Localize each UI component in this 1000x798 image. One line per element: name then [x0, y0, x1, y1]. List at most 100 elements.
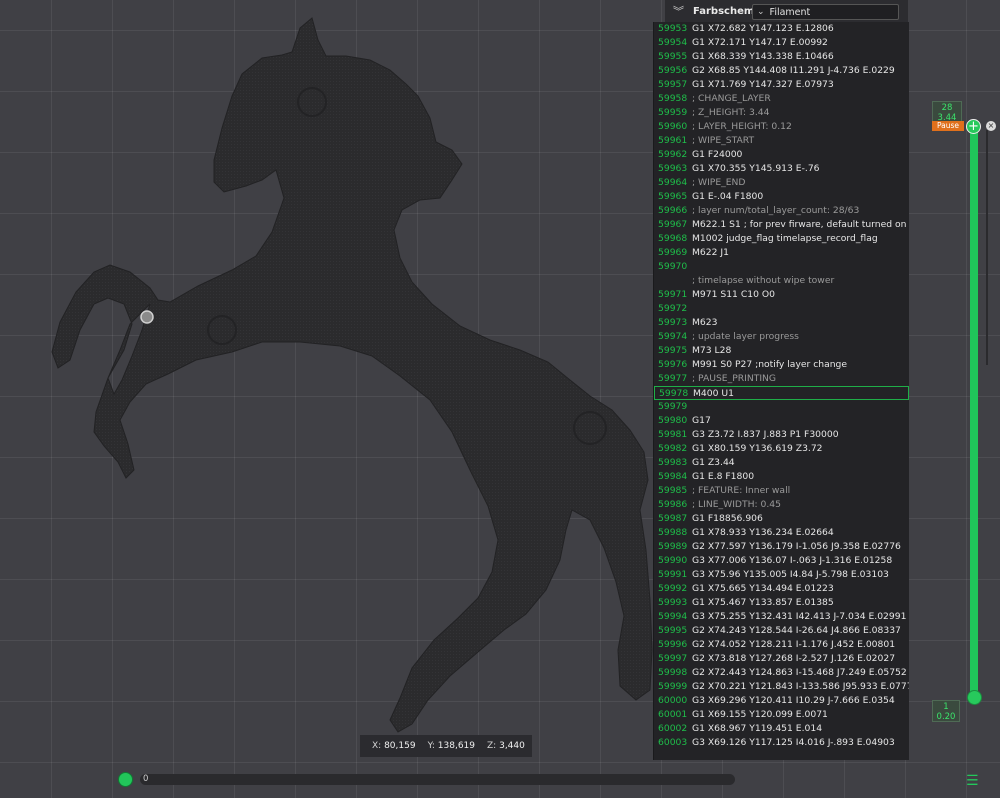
gcode-line-number: 60001	[658, 709, 688, 720]
gcode-line[interactable]: 59976 M991 S0 P27 ;notify layer change	[654, 358, 909, 372]
gcode-line-text: G2 X68.85 Y144.408 I11.291 J-4.736 E.022…	[692, 65, 895, 76]
plus-icon[interactable]: +	[966, 119, 981, 134]
gcode-line[interactable]: 59963 G1 X70.355 Y145.913 E-.76	[654, 162, 909, 176]
gcode-line[interactable]: 59998 G2 X72.443 Y124.863 I-15.468 J7.249…	[654, 666, 909, 680]
gcode-line-text: M400 U1	[693, 388, 734, 399]
gcode-line[interactable]: 60000 G3 X69.296 Y120.411 I10.29 J-7.666 …	[654, 694, 909, 708]
gcode-line-number: 59971	[658, 289, 688, 300]
gcode-line[interactable]: ; timelapse without wipe tower	[654, 274, 909, 288]
gcode-line-number: 59979	[658, 401, 688, 412]
gcode-line[interactable]: 59967 M622.1 S1 ; for prev firware, defau…	[654, 218, 909, 232]
gcode-line[interactable]: 59973 M623	[654, 316, 909, 330]
gcode-line-number: 59960	[658, 121, 688, 132]
gcode-line[interactable]: 59971 M971 S11 C10 O0	[654, 288, 909, 302]
gcode-line[interactable]: 59955 G1 X68.339 Y143.338 E.10466	[654, 50, 909, 64]
gcode-line[interactable]: 59958 ; CHANGE_LAYER	[654, 92, 909, 106]
gcode-line-text: G17	[692, 415, 711, 426]
gcode-line[interactable]: 59979	[654, 400, 909, 414]
gcode-line[interactable]: 59962 G1 F24000	[654, 148, 909, 162]
gcode-line-number: 59964	[658, 177, 688, 188]
pause-badge[interactable]: Pause	[932, 121, 964, 131]
gcode-line[interactable]: 59989 G2 X77.597 Y136.179 I-1.056 J9.358 …	[654, 540, 909, 554]
gcode-line-text: G2 X77.597 Y136.179 I-1.056 J9.358 E.027…	[692, 541, 901, 552]
gcode-line-text: G1 X75.467 Y133.857 E.01385	[692, 597, 834, 608]
gcode-line-text: G2 X72.443 Y124.863 I-15.468 J7.249 E.05…	[692, 667, 907, 678]
gcode-line[interactable]: 59994 G3 X75.255 Y132.431 I42.413 J-7.034…	[654, 610, 909, 624]
layers-icon[interactable]: ☰	[966, 773, 979, 789]
gcode-line[interactable]: 59977 ; PAUSE_PRINTING	[654, 372, 909, 386]
coordinate-readout: X: 80,159 Y: 138,619 Z: 3,440	[360, 735, 532, 757]
gcode-line-text: G1 X75.665 Y134.494 E.01223	[692, 583, 834, 594]
layer-slider-bottom-handle[interactable]	[967, 690, 982, 705]
move-slider-value: 0	[143, 774, 149, 784]
gcode-line[interactable]: 59990 G3 X77.006 Y136.07 I-.063 J-1.316 E…	[654, 554, 909, 568]
gcode-line-text: G2 X70.221 Y121.843 I-133.586 J95.933 E.…	[692, 681, 909, 692]
gcode-line[interactable]: 59980 G17	[654, 414, 909, 428]
gcode-line[interactable]: 59986 ; LINE_WIDTH: 0.45	[654, 498, 909, 512]
gcode-line[interactable]: 59974 ; update layer progress	[654, 330, 909, 344]
gcode-line-text: M622 J1	[692, 247, 729, 258]
move-slider-handle[interactable]	[118, 772, 133, 787]
gcode-line[interactable]: 59969 M622 J1	[654, 246, 909, 260]
gcode-viewer[interactable]: 59953 G1 X72.682 Y147.123 E.12806 59954 G1 …	[653, 22, 909, 760]
gcode-line-current[interactable]: 59978 M400 U1	[654, 386, 909, 400]
gcode-line[interactable]: 59970	[654, 260, 909, 274]
layer-slider-shadow	[986, 130, 988, 365]
gcode-line[interactable]: 59957 G1 X71.769 Y147.327 E.07973	[654, 78, 909, 92]
gcode-line-number: 59978	[659, 388, 689, 399]
gcode-line-text: ; WIPE_START	[692, 135, 755, 146]
gcode-line-number: 59963	[658, 163, 688, 174]
gcode-line[interactable]: 59993 G1 X75.467 Y133.857 E.01385	[654, 596, 909, 610]
gcode-line-text: G3 X69.296 Y120.411 I10.29 J-7.666 E.035…	[692, 695, 895, 706]
horse-model	[51, 17, 653, 733]
gcode-line-text: G1 X70.355 Y145.913 E-.76	[692, 163, 820, 174]
gcode-line[interactable]: 59995 G2 X74.243 Y128.544 I-26.64 J4.866 …	[654, 624, 909, 638]
gcode-line[interactable]: 59968 M1002 judge_flag timelapse_record_f…	[654, 232, 909, 246]
gcode-line[interactable]: 59966 ; layer num/total_layer_count: 28/6…	[654, 204, 909, 218]
top-layer-number: 28	[941, 103, 953, 113]
color-scheme-select[interactable]: ⌄ Filament	[752, 4, 899, 20]
move-slider-track[interactable]	[140, 774, 735, 785]
gcode-line[interactable]: 59954 G1 X72.171 Y147.17 E.00992	[654, 36, 909, 50]
gcode-line[interactable]: 59996 G2 X74.052 Y128.211 I-1.176 J.452 E…	[654, 638, 909, 652]
gcode-line-text: ; LAYER_HEIGHT: 0.12	[692, 121, 792, 132]
gcode-line[interactable]: 59972	[654, 302, 909, 316]
gcode-line[interactable]: 59992 G1 X75.665 Y134.494 E.01223	[654, 582, 909, 596]
gcode-line[interactable]: 59988 G1 X78.933 Y136.234 E.02664	[654, 526, 909, 540]
gcode-line[interactable]: 59975 M73 L28	[654, 344, 909, 358]
layer-slider-track[interactable]	[970, 126, 978, 698]
gcode-line[interactable]: 59964 ; WIPE_END	[654, 176, 909, 190]
gcode-line[interactable]: 59961 ; WIPE_START	[654, 134, 909, 148]
gcode-line-number: 59966	[658, 205, 688, 216]
gcode-line-text: G3 X77.006 Y136.07 I-.063 J-1.316 E.0125…	[692, 555, 893, 566]
gcode-line[interactable]: 59997 G2 X73.818 Y127.268 I-2.527 J.126 E…	[654, 652, 909, 666]
gcode-line[interactable]: 59999 G2 X70.221 Y121.843 I-133.586 J95.9…	[654, 680, 909, 694]
gcode-line[interactable]: 59965 G1 E-.04 F1800	[654, 190, 909, 204]
gcode-line[interactable]: 59991 G3 X75.96 Y135.005 I4.84 J-5.798 E.…	[654, 568, 909, 582]
gcode-line-number: 59981	[658, 429, 688, 440]
gcode-line-text: ; FEATURE: Inner wall	[692, 485, 791, 496]
gcode-line-text: ; CHANGE_LAYER	[692, 93, 771, 104]
gcode-line[interactable]: 59960 ; LAYER_HEIGHT: 0.12	[654, 120, 909, 134]
gcode-line[interactable]: 60002 G1 X68.967 Y119.451 E.014	[654, 722, 909, 736]
gcode-line-number: 59958	[658, 93, 688, 104]
gcode-line[interactable]: 59985 ; FEATURE: Inner wall	[654, 484, 909, 498]
gcode-line[interactable]: 59956 G2 X68.85 Y144.408 I11.291 J-4.736 …	[654, 64, 909, 78]
gcode-line[interactable]: 59983 G1 Z3.44	[654, 456, 909, 470]
gcode-line[interactable]: 60003 G3 X69.126 Y117.125 I4.016 J-.893 E…	[654, 736, 909, 750]
gcode-line[interactable]: 59987 G1 F18856.906	[654, 512, 909, 526]
gcode-line-number: 59996	[658, 639, 688, 650]
gcode-line[interactable]: 59984 G1 E.8 F1800	[654, 470, 909, 484]
gcode-line-text: M991 S0 P27 ;notify layer change	[692, 359, 848, 370]
gcode-line[interactable]: 59953 G1 X72.682 Y147.123 E.12806	[654, 22, 909, 36]
close-icon[interactable]: ×	[986, 121, 996, 131]
gcode-line[interactable]: 60001 G1 X69.155 Y120.099 E.0071	[654, 708, 909, 722]
gcode-line-number: 59999	[658, 681, 688, 692]
gcode-line[interactable]: 59981 G3 Z3.72 I.837 J.883 P1 F30000	[654, 428, 909, 442]
gcode-line-text: G2 X73.818 Y127.268 I-2.527 J.126 E.0202…	[692, 653, 896, 664]
gcode-line[interactable]: 59982 G1 X80.159 Y136.619 Z3.72	[654, 442, 909, 456]
gcode-line[interactable]: 59959 ; Z_HEIGHT: 3.44	[654, 106, 909, 120]
gcode-line-text: ; PAUSE_PRINTING	[692, 373, 777, 384]
gcode-line-number: 59993	[658, 597, 688, 608]
double-chevron-down-icon[interactable]: ︾	[673, 3, 685, 19]
